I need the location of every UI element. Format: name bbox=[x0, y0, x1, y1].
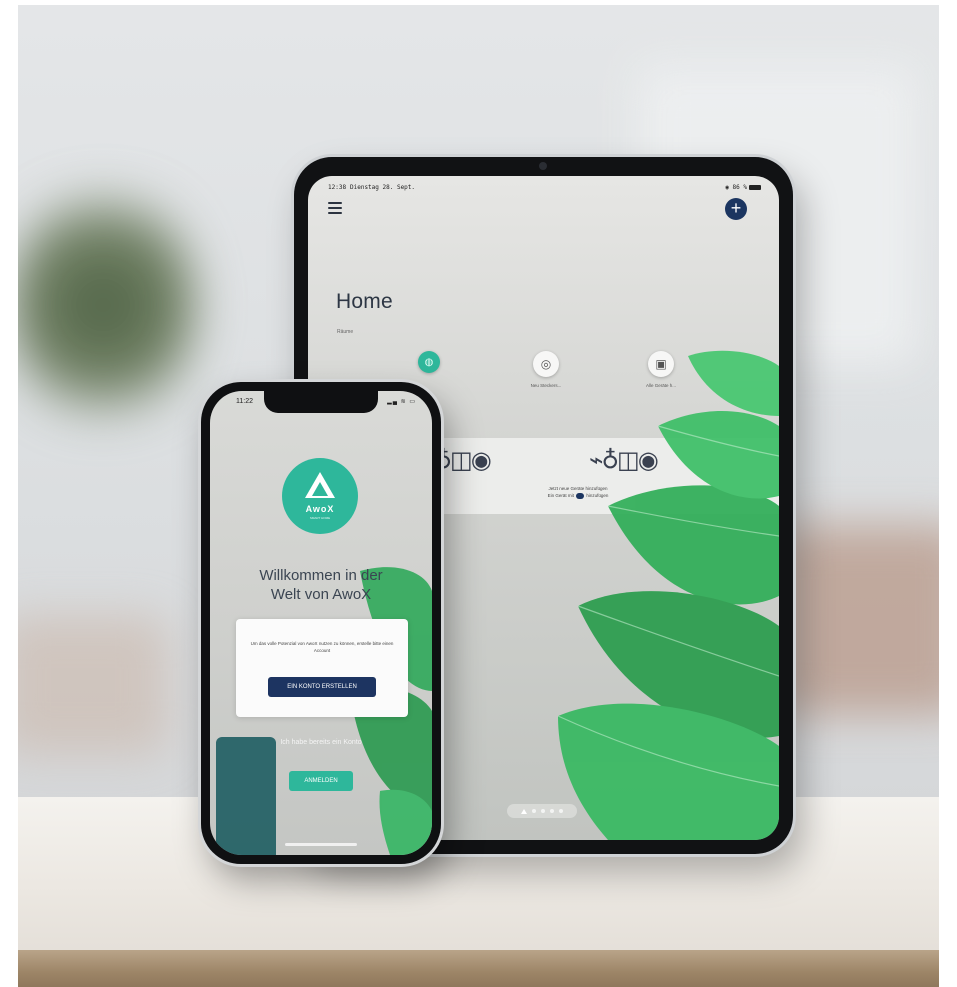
phone-notch bbox=[264, 391, 378, 413]
tablet-camera bbox=[539, 162, 547, 170]
phone-screen: 11:22 ▂▄ ≋ ▭ AwoX SMART HOME Willkommen … bbox=[210, 391, 432, 855]
phone-status-icons: ▂▄ ≋ ▭ bbox=[387, 399, 416, 405]
welcome-line-1: Willkommen in der bbox=[259, 567, 383, 584]
logo-tagline: SMART HOME bbox=[309, 516, 331, 520]
product-photo-scene: 12:38 Dienstag 28. Sept. ◉ 86 % + Home R… bbox=[18, 5, 939, 987]
signup-card: Um das volle Potenzial von AwoX nutzen z… bbox=[236, 619, 408, 717]
background-sofa-blur bbox=[778, 525, 939, 715]
login-button[interactable]: ANMELDEN bbox=[289, 771, 353, 791]
welcome-heading: Willkommen in der Welt von AwoX bbox=[210, 566, 432, 604]
table-edge bbox=[18, 950, 939, 987]
logo-wordmark: AwoX bbox=[305, 504, 335, 514]
background-plant-blur bbox=[18, 175, 198, 435]
home-indicator[interactable] bbox=[285, 843, 357, 846]
phone-device: 11:22 ▂▄ ≋ ▭ AwoX SMART HOME Willkommen … bbox=[201, 382, 441, 864]
phone-status-time: 11:22 bbox=[236, 398, 253, 405]
awox-logo-mark-icon bbox=[305, 472, 335, 498]
welcome-line-2: Welt von AwoX bbox=[270, 586, 372, 603]
create-account-button[interactable]: EIN KONTO ERSTELLEN bbox=[268, 677, 376, 697]
awox-logo: AwoX SMART HOME bbox=[282, 458, 358, 534]
existing-account-text: Ich habe bereits ein Konto bbox=[280, 739, 362, 746]
signup-card-text: Um das volle Potenzial von AwoX nutzen z… bbox=[250, 641, 394, 653]
background-furniture-blur bbox=[18, 615, 168, 755]
